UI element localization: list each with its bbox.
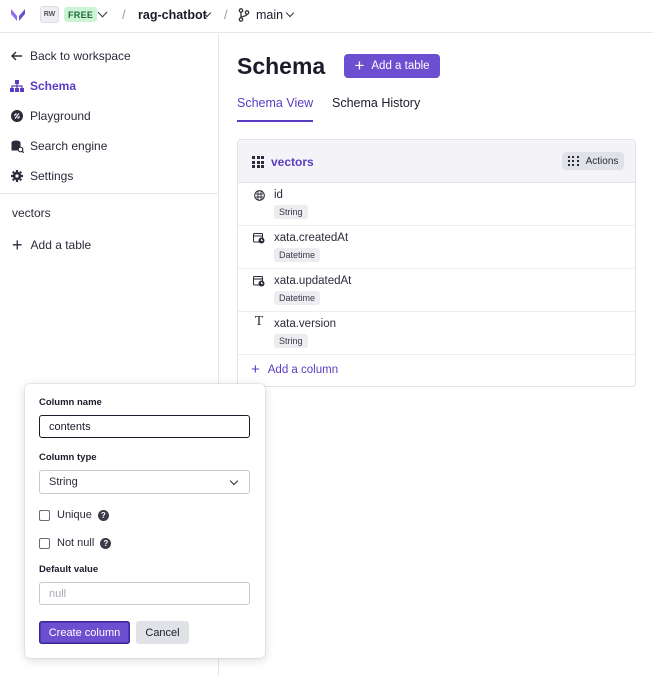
- plus-icon: +: [354, 56, 365, 75]
- plus-icon: +: [251, 361, 260, 378]
- sidebar-item-playground[interactable]: Playground: [10, 106, 91, 126]
- arrow-left-icon: [10, 49, 24, 63]
- sidebar-item-settings[interactable]: Settings: [10, 166, 73, 186]
- sidebar-table-vectors[interactable]: vectors: [12, 206, 51, 220]
- sidebar-item-search-engine[interactable]: Search engine: [10, 136, 107, 156]
- grid-icon: [567, 156, 580, 166]
- plan-badge: FREE: [64, 7, 98, 22]
- xata-logo-icon[interactable]: [10, 7, 26, 23]
- column-type-select[interactable]: String: [39, 470, 250, 494]
- tab-schema-history[interactable]: Schema History: [332, 96, 420, 122]
- add-column-button[interactable]: + Add a column: [251, 361, 339, 378]
- sidebar-divider: [0, 193, 219, 194]
- actions-label: Actions: [585, 155, 619, 167]
- column-name: xata.createdAt: [274, 232, 349, 244]
- help-icon[interactable]: ?: [100, 537, 112, 549]
- cancel-button[interactable]: Cancel: [136, 621, 189, 644]
- calendar-clock-icon: [253, 232, 265, 244]
- breadcrumb-separator: /: [224, 7, 228, 22]
- column-name-label: Column name: [39, 397, 102, 408]
- column-name: xata.updatedAt: [274, 275, 352, 287]
- add-table-button[interactable]: + Add a table: [344, 54, 440, 78]
- column-type-badge: Datetime: [274, 248, 321, 262]
- unique-option: Unique ?: [39, 509, 109, 521]
- table-actions-button[interactable]: Actions: [562, 152, 624, 170]
- calendar-clock-icon: [253, 275, 265, 287]
- create-column-button[interactable]: Create column: [39, 621, 130, 644]
- breadcrumb-separator: /: [122, 7, 126, 22]
- sidebar-add-table-button[interactable]: + Add a table: [12, 235, 92, 255]
- text-type-icon: T: [254, 314, 264, 329]
- schema-icon: [10, 79, 24, 93]
- table-grid-icon: [252, 156, 264, 168]
- default-value-label: Default value: [39, 564, 99, 575]
- not-null-checkbox[interactable]: [39, 537, 50, 549]
- plus-icon: +: [12, 235, 23, 255]
- id-icon: [253, 189, 265, 201]
- column-name: xata.version: [274, 318, 337, 330]
- branch-name[interactable]: main: [256, 8, 283, 22]
- column-row[interactable]: T xata.version String: [238, 312, 635, 355]
- column-row[interactable]: xata.createdAt Datetime: [238, 226, 635, 269]
- sidebar-add-table-label: Add a table: [30, 238, 92, 252]
- page-title: Schema: [237, 53, 326, 79]
- column-type-label: Column type: [39, 452, 97, 463]
- database-name[interactable]: rag-chatbot: [138, 8, 207, 22]
- sidebar-item-label: Search engine: [30, 139, 108, 153]
- table-card-header: vectors Actions: [238, 140, 635, 183]
- workspace-chevron-down-icon[interactable]: [97, 7, 108, 18]
- back-to-workspace-label: Back to workspace: [30, 49, 131, 63]
- default-value-input[interactable]: [39, 582, 250, 605]
- top-bar: RW FREE / rag-chatbot / main: [0, 0, 653, 33]
- back-to-workspace-link[interactable]: Back to workspace: [10, 46, 131, 66]
- database-search-icon: [10, 139, 24, 153]
- column-row[interactable]: xata.updatedAt Datetime: [238, 269, 635, 312]
- unique-label: Unique: [57, 509, 92, 521]
- add-table-label: Add a table: [371, 60, 430, 72]
- branch-icon: [238, 8, 250, 22]
- help-icon[interactable]: ?: [97, 509, 109, 521]
- column-type-value: String: [49, 476, 78, 488]
- tab-schema-view[interactable]: Schema View: [237, 96, 314, 122]
- sidebar-item-label: Settings: [30, 169, 74, 183]
- sidebar-item-label: Playground: [30, 109, 91, 123]
- column-type-badge: String: [274, 205, 308, 219]
- workspace-avatar[interactable]: RW: [40, 6, 59, 23]
- column-name-input[interactable]: [39, 415, 250, 438]
- column-type-badge: String: [274, 334, 308, 348]
- chevron-down-icon: [229, 476, 239, 486]
- not-null-label: Not null: [57, 537, 95, 549]
- column-type-badge: Datetime: [274, 291, 321, 305]
- table-schema-card: vectors Actions id String xata.createdAt…: [237, 139, 636, 387]
- add-column-label: Add a column: [267, 364, 339, 376]
- sidebar-item-schema[interactable]: Schema: [10, 76, 76, 96]
- gear-icon: [10, 169, 24, 183]
- column-name: id: [274, 189, 283, 201]
- playground-icon: [10, 109, 24, 123]
- branch-chevron-down-icon[interactable]: [285, 8, 295, 18]
- sidebar-item-label: Schema: [30, 79, 77, 93]
- add-column-popover: Column name Column type String Unique ? …: [25, 384, 265, 658]
- column-row[interactable]: id String: [238, 183, 635, 226]
- table-name[interactable]: vectors: [271, 155, 314, 169]
- not-null-option: Not null ?: [39, 537, 112, 549]
- unique-checkbox[interactable]: [39, 509, 50, 521]
